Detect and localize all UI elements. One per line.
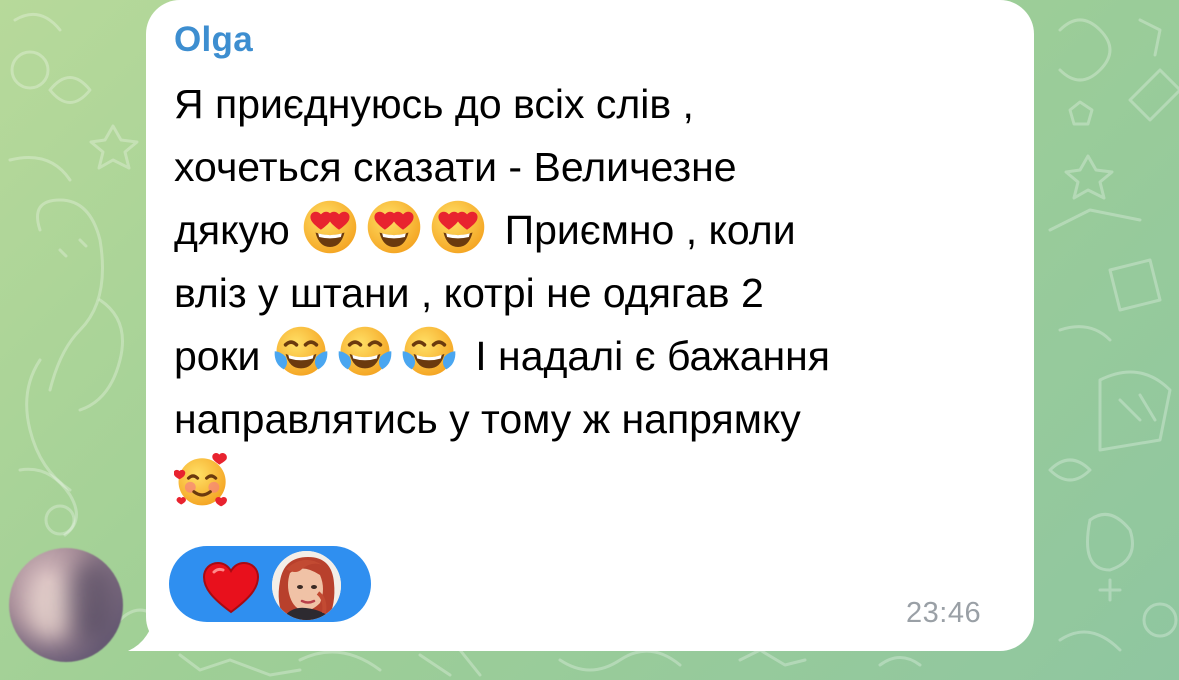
sender-name[interactable]: Olga — [174, 20, 253, 60]
red-heart-icon — [202, 562, 260, 614]
heart-eyes-face-icon — [429, 198, 487, 256]
message-line-1: Я приєднуюсь до всіх слів , — [174, 81, 694, 127]
heart-eyes-face-icon — [301, 198, 359, 256]
message-line-2: хочеться сказати - Величезне — [174, 143, 737, 190]
face-with-tears-of-joy-icon — [272, 324, 330, 382]
reactor-photo — [272, 551, 341, 620]
message-line-3b: Приємно , коли — [504, 207, 796, 254]
message-text: Я приєднуюсь до всіх слів , хочеться сказ… — [174, 73, 1024, 514]
message-line-5a: роки — [174, 333, 261, 380]
reactor-avatar[interactable] — [272, 551, 341, 620]
message-line-4: вліз у штани , котрі не одягав 2 — [174, 269, 764, 316]
reaction-pill[interactable] — [169, 546, 371, 622]
face-with-tears-of-joy-icon — [336, 324, 394, 382]
face-with-tears-of-joy-icon — [400, 324, 458, 382]
smiling-face-with-hearts-icon — [174, 451, 232, 509]
message-line-6: направлятись у тому ж напрямку — [174, 395, 801, 442]
heart-eyes-face-icon — [365, 198, 423, 256]
sender-avatar[interactable] — [9, 548, 123, 662]
message-line-5b: І надалі є бажання — [475, 333, 831, 380]
message-timestamp: 23:46 — [906, 597, 982, 629]
message-line-3a: дякую — [174, 207, 290, 254]
